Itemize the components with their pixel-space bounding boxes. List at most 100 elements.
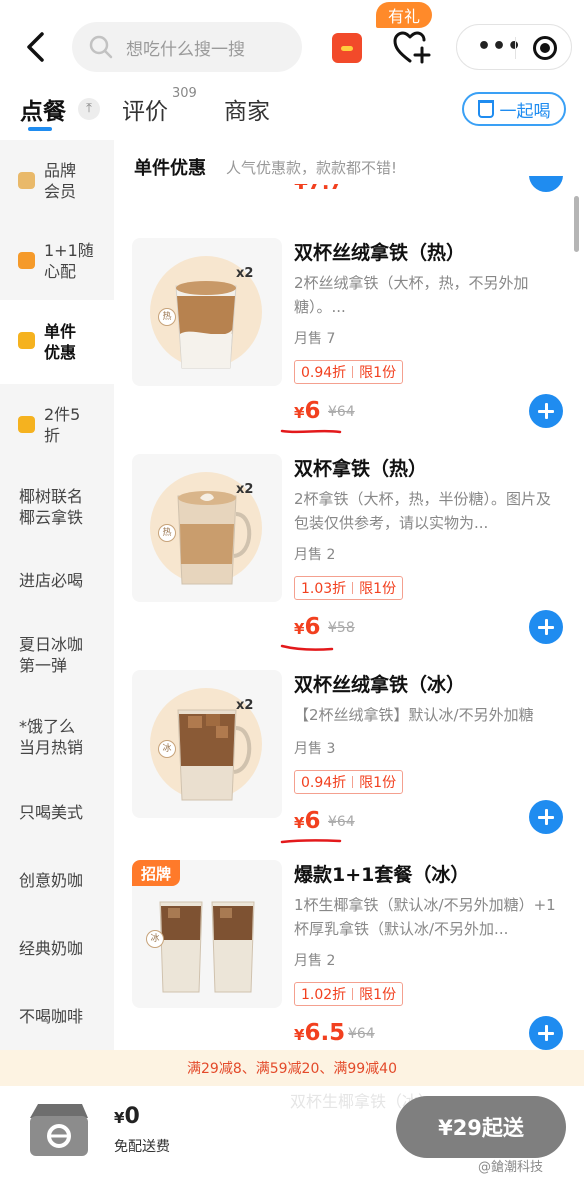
product-price: ¥ 6	[294, 398, 320, 424]
search-icon	[89, 35, 113, 59]
sidebar-item-combo[interactable]: 1+1随 心配	[0, 224, 114, 300]
sidebar-item-no-coffee[interactable]: 不喝咖啡	[0, 984, 114, 1050]
active-tab-indicator	[28, 127, 52, 131]
sidebar-item-member[interactable]: 品牌 会员	[0, 140, 114, 212]
product-card[interactable]: x2 冰 双杯丝绒拿铁（冰） 【2杯丝绒拿铁】默认冰/不另外加糖 月售 3 0.…	[114, 670, 584, 886]
sidebar-item-label: 只喝美式	[19, 803, 84, 822]
close-miniapp-icon[interactable]	[533, 36, 557, 60]
product-list: 单件优惠 人气优惠款，款款都不错! ¥7.7 ¥47 x2 热 双杯丝绒拿铁（热…	[114, 140, 584, 1050]
add-to-cart-button[interactable]	[529, 1016, 563, 1050]
tag-divider	[352, 988, 354, 1000]
product-card[interactable]: x2 热 双杯丝绒拿铁（热） 2杯丝绒拿铁（大杯，热，不另外加糖）。... 月售…	[114, 238, 584, 454]
currency-symbol: ¥	[294, 1026, 305, 1044]
product-price: ¥ 6	[294, 808, 320, 834]
discount-rate: 1.02折	[301, 987, 347, 1003]
product-desc: 【2杯丝绒拿铁】默认冰/不另外加糖	[294, 706, 534, 724]
iced-stamp: 冰	[158, 740, 176, 758]
quantity-label: x2	[236, 266, 254, 281]
promo-banner: 满29减8、满59减20、满99减40	[0, 1050, 584, 1086]
add-to-cart-button[interactable]	[529, 800, 563, 834]
original-price: ¥64	[328, 404, 355, 420]
sidebar-item-half-off[interactable]: 2件5 折	[0, 384, 114, 466]
monthly-sales: 月售 2	[294, 547, 336, 563]
iced-stamp: 冰	[146, 930, 164, 948]
sidebar-item-americano[interactable]: 只喝美式	[0, 780, 114, 848]
iced-latte-mug-icon	[177, 709, 252, 801]
tag-divider	[352, 366, 354, 378]
product-image: 招牌 冰	[132, 860, 282, 1008]
sidebar-item-label: 椰树联名 椰云拿铁	[19, 487, 84, 527]
monthly-sales: 月售 2	[294, 953, 336, 969]
back-arrow-icon[interactable]	[22, 30, 50, 64]
red-underline-mark	[280, 644, 334, 651]
product-desc: 2杯拿铁（大杯，热，半份糖）。图片及包装仅供参考，请以实物为...	[294, 490, 552, 532]
currency-symbol: ¥	[114, 1109, 125, 1127]
currency-symbol: ¥	[294, 814, 305, 832]
original-price: ¥64	[328, 814, 355, 830]
review-count: 309	[172, 86, 197, 101]
tag-divider	[352, 776, 354, 788]
search-placeholder: 想吃什么搜一搜	[126, 39, 245, 60]
product-name: 双杯丝绒拿铁（冰）	[294, 674, 466, 696]
add-to-cart-button[interactable]	[529, 610, 563, 644]
hot-latte-mug-icon	[177, 491, 252, 585]
currency-symbol: ¥	[294, 620, 305, 638]
signature-badge: 招牌	[132, 860, 180, 886]
cart-bag-icon[interactable]	[24, 1098, 92, 1158]
sidebar-item-must-drink[interactable]: 进店必喝	[0, 550, 114, 612]
cart-bar: 双杯生椰拿铁（冰） ¥0 免配送费 ¥29起送 @鎗潮科技	[0, 1086, 584, 1178]
sidebar-item-summer[interactable]: 夏日冰咖 第一弹	[0, 612, 114, 696]
product-card[interactable]: x2 热 双杯拿铁（热） 2杯拿铁（大杯，热，半份糖）。图片及包装仅供参考，请以…	[114, 454, 584, 670]
product-desc: 1杯生椰拿铁（默认冰/不另外加糖）+1杯厚乳拿铁（默认冰/不另外加...	[294, 896, 556, 938]
product-card[interactable]: 招牌 冰 爆款1+1套餐（冰） 1杯生椰拿铁（默认冰/不另外加糖）+1杯厚乳拿铁…	[114, 860, 584, 1050]
tab-review[interactable]: 评价	[122, 92, 168, 126]
combo-icon	[18, 252, 35, 269]
watermark: @鎗潮科技	[478, 1160, 544, 1175]
favorite-add-icon[interactable]	[392, 30, 432, 66]
hot-stamp: 热	[158, 524, 176, 542]
delivery-fee: 免配送费	[114, 1139, 170, 1155]
cup-icon	[477, 100, 494, 118]
tag-icon	[18, 332, 35, 349]
add-to-cart-button[interactable]	[529, 394, 563, 428]
sidebar-item-monthly-hot[interactable]: *饿了么 当月热销	[0, 696, 114, 780]
discount-rate: 1.03折	[301, 581, 347, 597]
sidebar-item-label: 经典奶咖	[19, 939, 84, 958]
discount-rate: 0.94折	[301, 365, 347, 381]
sidebar-item-classic[interactable]: 经典奶咖	[0, 916, 114, 984]
drink-together-button[interactable]: 一起喝	[462, 92, 566, 126]
price-value: 6.5	[304, 1020, 346, 1046]
original-price: ¥58	[328, 620, 355, 636]
product-image: x2 热	[132, 238, 282, 386]
limit-text: 限1份	[359, 775, 397, 791]
limit-text: 限1份	[359, 581, 397, 597]
sidebar-item-label: *饿了么 当月热销	[19, 717, 84, 757]
product-image: x2 冰	[132, 670, 282, 818]
hot-stamp: 热	[158, 308, 176, 326]
price-value: 6	[304, 808, 321, 834]
checkout-button[interactable]: ¥29起送	[396, 1096, 566, 1158]
tab-order[interactable]: 点餐	[20, 92, 66, 126]
previous-item-add-button[interactable]	[529, 176, 563, 192]
pin-top-icon[interactable]: ⤒	[78, 98, 100, 120]
sidebar-item-label: 创意奶咖	[19, 871, 84, 890]
cart-total-value: 0	[124, 1104, 140, 1129]
product-price: ¥ 6	[294, 614, 320, 640]
sidebar-item-creative[interactable]: 创意奶咖	[0, 848, 114, 916]
sidebar-item-single-discount[interactable]: 单件 优惠	[0, 300, 114, 384]
product-image: x2 热	[132, 454, 282, 602]
gift-badge: 有礼	[376, 2, 432, 28]
sidebar-item-coconut[interactable]: 椰树联名 椰云拿铁	[0, 466, 114, 550]
drink-together-label: 一起喝	[499, 101, 551, 122]
tag-icon	[18, 416, 35, 433]
search-input[interactable]: 想吃什么搜一搜	[72, 22, 302, 72]
discount-tag: 1.02折 限1份	[294, 982, 404, 1006]
sidebar-item-label: 进店必喝	[19, 571, 84, 590]
sidebar-item-label: 2件5 折	[44, 405, 81, 445]
red-packet-icon[interactable]	[332, 33, 362, 63]
product-name: 双杯拿铁（热）	[294, 458, 428, 480]
discount-tag: 0.94折 限1份	[294, 360, 404, 384]
tab-shop[interactable]: 商家	[224, 92, 270, 126]
capsule-divider	[515, 37, 516, 59]
tag-divider	[352, 582, 354, 594]
